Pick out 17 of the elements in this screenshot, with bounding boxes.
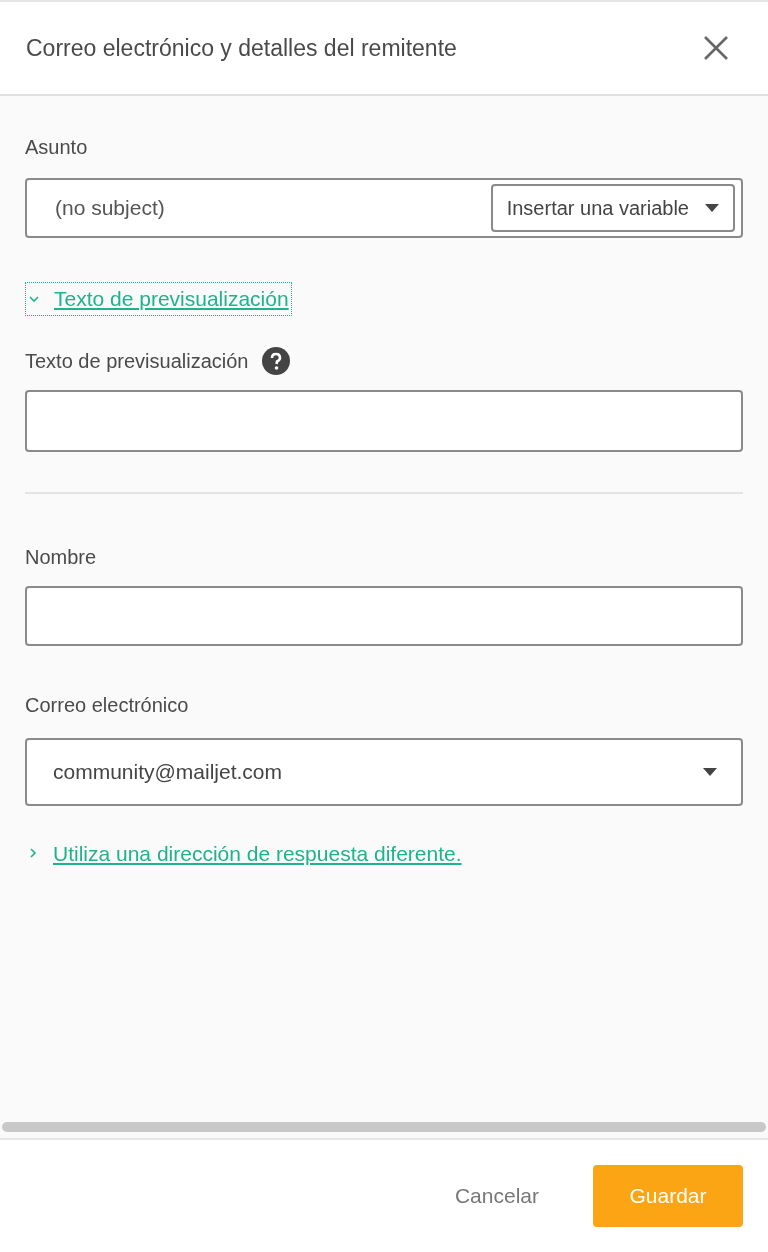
- help-icon[interactable]: [262, 346, 291, 375]
- field-label: Texto de previsualización: [25, 348, 249, 374]
- insert-variable-dropdown[interactable]: Insertar una variable: [490, 184, 735, 232]
- email-select[interactable]: community@mailjet.com: [25, 737, 743, 806]
- field-label: Asunto: [25, 135, 89, 160]
- field-label: Nombre: [25, 544, 98, 570]
- scrollbar[interactable]: [2, 1122, 766, 1132]
- preview-toggle-link[interactable]: Texto de previsualización: [25, 282, 292, 316]
- name-field[interactable]: [25, 585, 743, 646]
- subject-field[interactable]: (no subject) Insertar una variable: [25, 178, 743, 238]
- reply-address-link[interactable]: Utiliza una dirección de respuesta diferente.: [25, 837, 464, 869]
- cancel-button[interactable]: Cancelar: [454, 1180, 539, 1212]
- field-label: Correo electrónico: [25, 692, 190, 718]
- caret-icon: [705, 204, 719, 212]
- preview-text-field[interactable]: [25, 389, 743, 452]
- caret-icon: [703, 767, 717, 776]
- dialog-title: Correo electrónico y detalles del remitente: [26, 33, 457, 63]
